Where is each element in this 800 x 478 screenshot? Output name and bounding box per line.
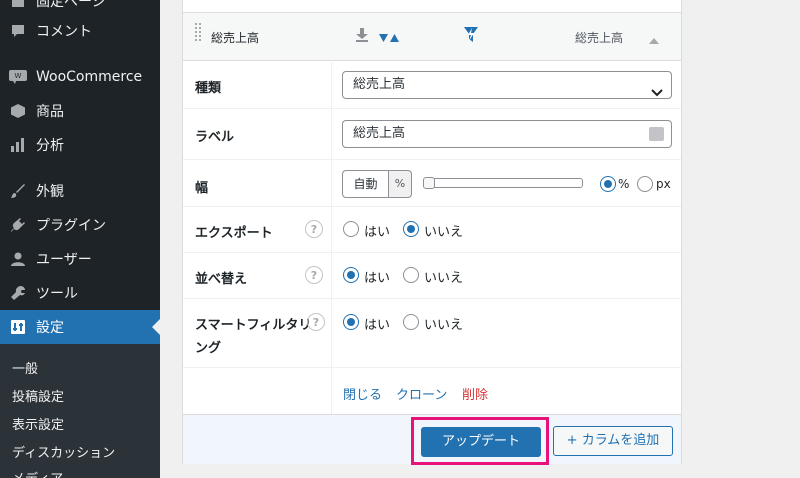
submenu-item-media[interactable]: メディア [12, 468, 63, 478]
help-icon[interactable]: ? [307, 313, 325, 331]
sort-label: 並べ替え [195, 272, 248, 287]
smart-filtering-label-line2: ング [195, 341, 222, 356]
close-link[interactable]: 閉じる [343, 384, 382, 403]
sidebar-item-label: ツール [36, 286, 78, 302]
help-icon[interactable]: ? [305, 220, 323, 238]
label-field-label: ラベル [195, 130, 235, 145]
sidebar-item-users[interactable]: ユーザー [0, 242, 160, 276]
active-indicator [152, 319, 160, 335]
width-unit-percent-label: % [618, 177, 630, 191]
type-label: 種類 [195, 81, 222, 96]
clone-link[interactable]: クローン [396, 384, 447, 403]
export-yes-label: はい [364, 225, 391, 240]
delete-link[interactable]: 削除 [462, 384, 488, 403]
drag-handle-icon[interactable] [195, 23, 203, 47]
sidebar-item-label: 設定 [36, 320, 64, 336]
download-icon [355, 27, 369, 47]
sidebar-item-settings[interactable]: 設定 [0, 310, 160, 344]
width-slider-track[interactable] [423, 178, 583, 188]
plug-icon [8, 215, 28, 235]
smart-filter-yes-label: はい [364, 318, 391, 333]
sidebar-item-label: 外観 [36, 184, 64, 200]
width-slider-handle[interactable] [423, 177, 435, 189]
submenu-item-discussion[interactable]: ディスカッション [12, 442, 115, 461]
sidebar-item-label: コメント [36, 24, 92, 40]
submenu-item-general[interactable]: 一般 [12, 358, 38, 377]
column-title: 総売上高 [211, 31, 260, 45]
add-column-button[interactable]: + カラムを追加 [553, 426, 673, 456]
woo-icon: W [8, 67, 28, 87]
page-icon [8, 0, 28, 11]
type-select[interactable]: 総売上高 [342, 71, 672, 99]
settings-icon [8, 317, 28, 337]
admin-sidebar: 固定ページ コメント W WooCommerce 商品 分析 外観 プラグイン [0, 0, 160, 478]
sidebar-item-label: プラグイン [36, 218, 106, 234]
width-unit-px-radio[interactable] [637, 176, 653, 192]
sort-yes-radio[interactable] [343, 267, 359, 283]
width-unit-px-label: px [656, 177, 671, 191]
sidebar-item-products[interactable]: 商品 [0, 94, 160, 128]
column-header[interactable]: 総売上高 総売上高 [183, 12, 681, 61]
row-smart-filtering: スマートフィルタリ ング ? はい いいえ [183, 299, 681, 368]
sidebar-item-analytics[interactable]: 分析 [0, 128, 160, 162]
smart-filter-yes-radio[interactable] [343, 314, 359, 330]
label-input[interactable]: 総売上高 [342, 120, 672, 148]
export-yes-radio[interactable] [343, 221, 359, 237]
row-type: 種類 総売上高 [183, 62, 681, 109]
export-no-label: いいえ [424, 225, 464, 240]
column-settings-panel: 総売上高 総売上高 種類 総売上高 ラベル 総売上高 幅 自動 % % px エ… [182, 0, 682, 465]
brush-icon [8, 181, 28, 201]
export-no-radio[interactable] [403, 221, 419, 237]
column-type-label: 総売上高 [575, 31, 624, 45]
type-select-value: 総売上高 [353, 77, 406, 92]
box-icon [8, 101, 28, 121]
smart-filter-no-radio[interactable] [403, 314, 419, 330]
sidebar-item-comments[interactable]: コメント [0, 14, 160, 48]
sidebar-item-label: 固定ページ [36, 0, 106, 10]
sidebar-item-plugins[interactable]: プラグイン [0, 208, 160, 242]
svg-text:W: W [15, 72, 22, 80]
sidebar-item-label: 商品 [36, 104, 64, 120]
sort-icon [379, 29, 399, 48]
row-sort: 並べ替え ? はい いいえ [183, 253, 681, 299]
collapse-arrow-icon[interactable] [649, 30, 659, 49]
chevron-down-icon [651, 81, 663, 107]
submenu-item-writing[interactable]: 投稿設定 [12, 386, 64, 405]
sidebar-item-appearance[interactable]: 外観 [0, 174, 160, 208]
row-width: 幅 自動 % % px [183, 160, 681, 207]
width-input[interactable]: 自動 [342, 170, 388, 198]
sidebar-item-label: 分析 [36, 138, 64, 154]
row-export: エクスポート ? はい いいえ [183, 207, 681, 253]
bar-chart-icon [8, 135, 28, 155]
row-actions: 閉じる クローン 削除 [183, 368, 681, 414]
width-unit-label: % [388, 170, 412, 198]
help-icon[interactable]: ? [305, 266, 323, 284]
panel-footer: アップデート + カラムを追加 [183, 414, 681, 465]
filter-icon [463, 26, 479, 48]
export-label: エクスポート [195, 226, 273, 241]
submenu-item-reading[interactable]: 表示設定 [12, 414, 64, 433]
sort-no-label: いいえ [424, 271, 464, 286]
sort-no-radio[interactable] [403, 267, 419, 283]
sidebar-item-label: ユーザー [36, 252, 92, 268]
sidebar-item-woocommerce[interactable]: W WooCommerce [0, 60, 160, 94]
smart-filtering-label-line1: スマートフィルタリ [195, 318, 312, 333]
wrench-icon [8, 283, 28, 303]
row-label: ラベル 総売上高 [183, 109, 681, 160]
sidebar-item-tools[interactable]: ツール [0, 276, 160, 310]
width-unit-percent-radio[interactable] [600, 176, 616, 192]
label-input-value: 総売上高 [353, 126, 406, 141]
user-icon [8, 249, 28, 269]
highlight-annotation [411, 417, 549, 465]
image-icon[interactable] [649, 127, 664, 141]
sort-yes-label: はい [364, 271, 391, 286]
settings-submenu: 一般 投稿設定 表示設定 ディスカッション メディア [0, 344, 160, 478]
sidebar-item-label: WooCommerce [36, 69, 143, 85]
smart-filter-no-label: いいえ [424, 318, 464, 333]
width-label: 幅 [195, 181, 209, 196]
comment-icon [8, 21, 28, 41]
